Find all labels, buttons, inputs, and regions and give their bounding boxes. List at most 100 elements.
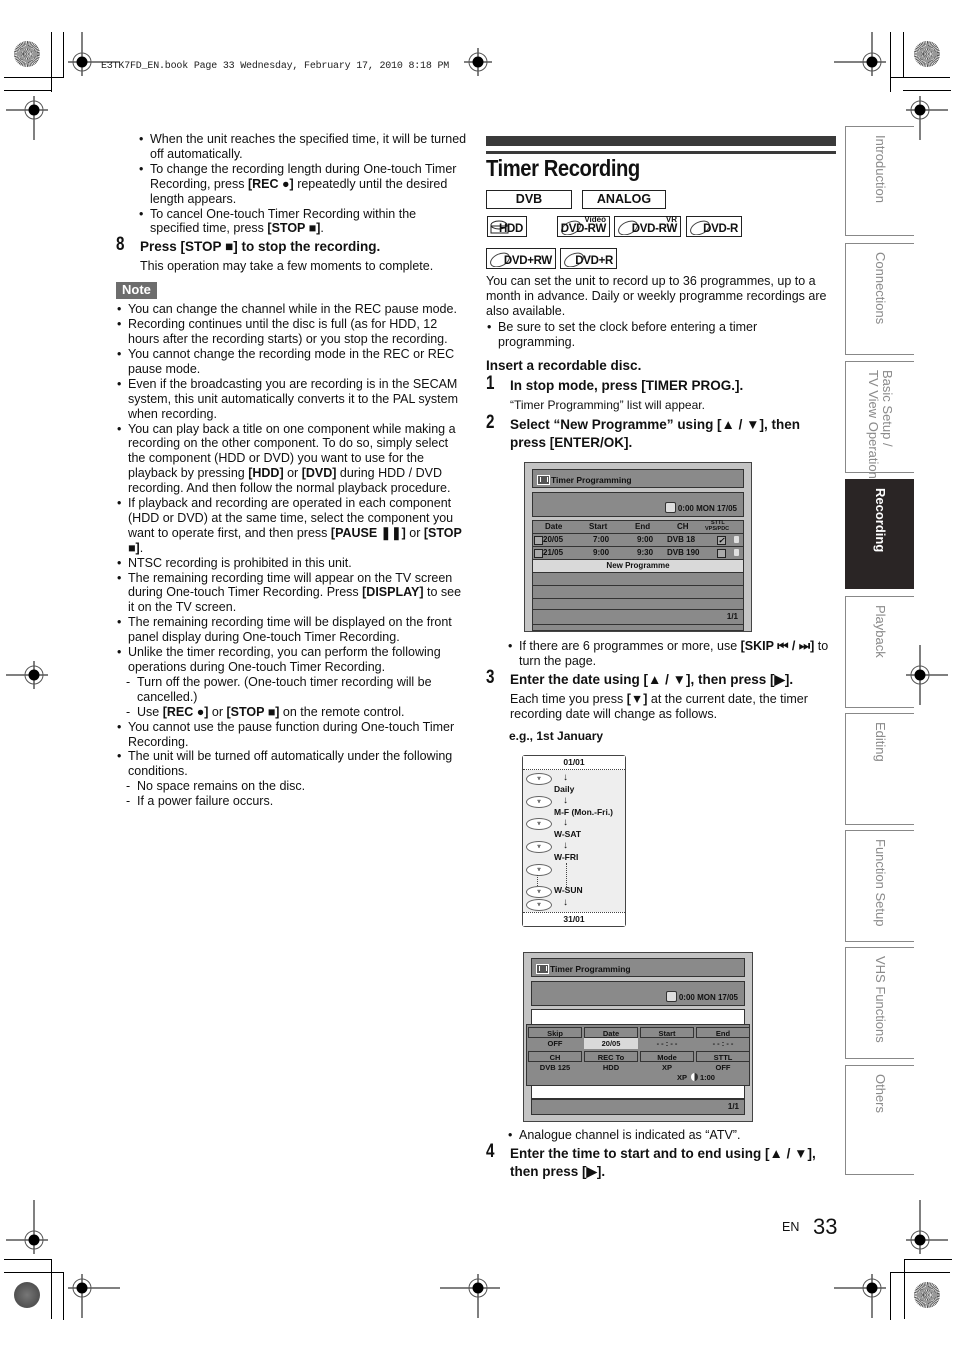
step-description: “Timer Programming” list will appear. (510, 398, 705, 412)
field-label: Date (584, 1027, 638, 1038)
vps-pdc-checkbox[interactable] (717, 549, 726, 558)
step-title: Press [STOP ■] to stop the recording. (140, 239, 381, 255)
note-bullet: Recording continues until the disc is fu… (116, 317, 468, 347)
trash-icon[interactable] (734, 549, 739, 556)
field-value[interactable]: - - : - - (640, 1038, 694, 1049)
date-end: 31/01 (523, 912, 625, 926)
tab-function[interactable]: Function Setup (845, 830, 914, 942)
section-rule (486, 151, 836, 154)
field-value[interactable]: OFF (696, 1062, 750, 1073)
tab-recording[interactable]: Recording (845, 479, 914, 589)
field-value[interactable]: 20/05 (584, 1038, 638, 1049)
field-value[interactable]: XP (640, 1062, 694, 1073)
tab-label: Function Setup (873, 839, 888, 927)
note-bullet: You can change the channel while in the … (116, 302, 468, 317)
crosshair-icon (834, 32, 886, 76)
date-start: 01/01 (523, 756, 625, 770)
clock-bar: 0:00 MON 17/05 (532, 492, 744, 517)
sub-bullet: No space remains on the disc. (116, 779, 468, 794)
disc-badge-dvd-r: DVD-R (686, 216, 742, 237)
step-number: 1 (486, 373, 495, 394)
select-checkbox[interactable] (534, 536, 543, 545)
step-8: 8 Press [STOP ■] to stop the recording. (116, 235, 468, 256)
page-number: 33 (813, 1214, 838, 1239)
note-bullet: You can play back a title on one compone… (116, 422, 468, 497)
disc-badge-dvdplusr: DVD+R (560, 248, 617, 269)
tab-playback[interactable]: Playback (845, 596, 914, 708)
tab-others[interactable]: Others (845, 1065, 914, 1175)
tag-dvb: DVB (486, 190, 572, 209)
step-number: 4 (486, 1141, 495, 1162)
tab-editing[interactable]: Editing (845, 713, 914, 825)
field-value[interactable]: OFF (528, 1038, 582, 1049)
crosshair-icon (464, 48, 492, 76)
field-value[interactable]: DVB 125 (528, 1062, 582, 1073)
remaining-time-readout: XP 1:00 (677, 1073, 715, 1082)
bullet: When the unit reaches the specified time… (138, 132, 468, 162)
step-description: This operation may take a few moments to… (140, 259, 434, 274)
crosshair-icon (440, 1274, 500, 1318)
step-number: 2 (486, 412, 495, 433)
step-title: In stop mode, press [TIMER PROG.]. (510, 378, 744, 393)
left-column: When the unit reaches the specified time… (116, 132, 468, 809)
date-sequence-diagram: 01/01 31/01 ▿ ↓ Daily ▿ ↓ M-F (Mon.-Fri.… (522, 755, 626, 927)
vps-pdc-checkbox[interactable] (717, 536, 726, 545)
crosshair-icon (6, 661, 48, 689)
crosshair-icon (68, 32, 120, 76)
field-label: Skip (528, 1027, 582, 1038)
timer-menu-icon (537, 475, 550, 485)
tab-label: Recording (873, 488, 888, 553)
tab-label: Connections (873, 252, 888, 325)
down-button-icon: ▿ (526, 841, 552, 853)
down-button-icon: ▿ (526, 796, 552, 808)
skip-bullet: If there are 6 programmes or more, use [… (507, 639, 837, 669)
new-programme-row[interactable]: New Programme (533, 560, 743, 573)
atv-bullet: Analogue channel is indicated as “ATV”. (507, 1128, 837, 1143)
sub-bullet: Turn off the power. (One-touch timer rec… (116, 675, 468, 705)
page-indicator: 1/1 (727, 1102, 739, 1111)
note-bullet: Unlike the timer recording, you can perf… (116, 645, 468, 675)
screen-title-bar: Timer Programming (531, 958, 745, 977)
page-bar: 1/1 (531, 1099, 745, 1115)
section-title: Timer Recording (486, 155, 640, 181)
section-bar (486, 136, 836, 146)
select-checkbox[interactable] (534, 549, 543, 558)
tab-vhs[interactable]: VHS Functions (845, 947, 914, 1059)
note-bullet: The unit will be turned off automaticall… (116, 749, 468, 779)
date-option: W-SUN (554, 885, 583, 895)
tab-connections[interactable]: Connections (845, 243, 914, 355)
field-label: CH (528, 1051, 582, 1062)
field-value[interactable]: HDD (584, 1062, 638, 1073)
down-button-icon: ▿ (526, 899, 552, 911)
crosshair-icon (906, 1200, 948, 1254)
timer-table-row[interactable]: 20/05 7:00 9:00 DVB 18 (533, 534, 743, 547)
timer-table-row[interactable]: 21/05 9:00 9:30 DVB 190 (533, 547, 743, 560)
empty-row (533, 573, 743, 586)
field-value[interactable]: - - : - - (696, 1038, 750, 1049)
date-option: W-SAT (554, 829, 582, 839)
sub-bullet: If a power failure occurs. (116, 794, 468, 809)
clock-icon (665, 991, 677, 1002)
example-label: e.g., 1st January (509, 729, 604, 743)
step-3: 3 Enter the date using [▲ / ▼], then pres… (486, 667, 808, 721)
crosshair-icon (6, 1200, 48, 1254)
down-button-icon: ▿ (526, 773, 552, 785)
field-label: STTL (696, 1051, 750, 1062)
crosshair-icon (68, 1274, 120, 1318)
trash-icon[interactable] (734, 536, 739, 543)
disc-badge-dvd-rw: DVD-RW Video (557, 215, 610, 237)
date-option: W-FRI (554, 852, 579, 862)
screen-title: Timer Programming (550, 964, 631, 974)
note-badge: Note (116, 282, 157, 300)
bullet: To change the recording length during On… (138, 162, 468, 207)
tab-basic[interactable]: Basic Setup / TV View Operation (845, 361, 914, 479)
language-code: EN (782, 1220, 800, 1234)
tab-label: VHS Functions (873, 956, 888, 1043)
clock-icon (664, 502, 676, 513)
note-bullet: The remaining recording time will be dis… (116, 615, 468, 645)
timer-menu-icon (536, 964, 549, 974)
note-bullet: If playback and recording are operated i… (116, 496, 468, 556)
tab-introduction[interactable]: Introduction (845, 126, 914, 236)
intro-paragraph: You can set the unit to record up to 36 … (486, 274, 827, 318)
field-label: REC To (584, 1051, 638, 1062)
